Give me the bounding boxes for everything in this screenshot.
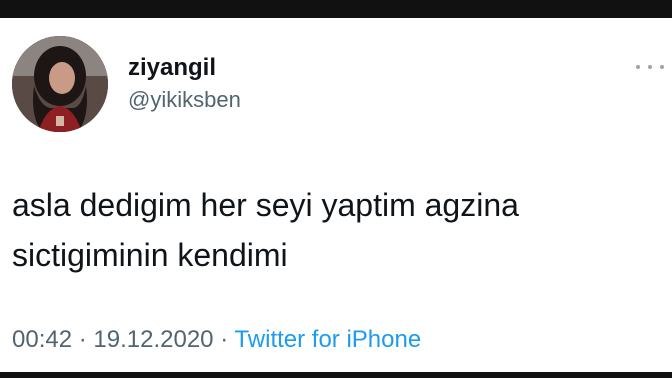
display-name[interactable]: ziyangil [128,54,241,82]
avatar-image [12,36,108,132]
tweet-card: ziyangil @yikiksben asla dedigim her sey… [0,18,672,372]
tweet-source-link[interactable]: Twitter for iPhone [234,326,421,353]
meta-separator: · [78,326,87,353]
avatar[interactable] [12,36,108,132]
more-dots-icon[interactable] [636,60,664,74]
tweet-text: asla dedigim her seyi yaptim agzina sict… [12,187,519,273]
dot [636,65,640,69]
meta-separator: · [220,326,229,353]
screenshot-frame: ziyangil @yikiksben asla dedigim her sey… [0,0,672,378]
user-handle[interactable]: @yikiksben [128,86,241,114]
tweet-time[interactable]: 00:42 [12,326,72,353]
dot [660,65,664,69]
user-info: ziyangil @yikiksben [128,54,241,114]
dot [648,65,652,69]
tweet-date[interactable]: 19.12.2020 [93,326,213,353]
bottom-bar [0,372,672,378]
tweet-meta: 00:42 · 19.12.2020 · Twitter for iPhone [12,326,421,354]
